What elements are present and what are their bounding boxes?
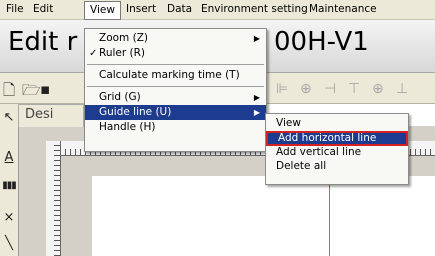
align-middle-icon[interactable]: ⊕ <box>372 81 384 97</box>
menu-data[interactable]: Data <box>162 0 197 19</box>
open-folder-icon[interactable]: 🗁 <box>22 80 41 105</box>
menu-item-grid[interactable]: Grid (G) ▶ <box>85 90 266 105</box>
submenu-arrow-icon: ▶ <box>253 93 260 102</box>
barcode-tool-icon[interactable]: ▮▮▮ <box>2 180 17 200</box>
menu-item-calculate-label: Calculate marking time (T) <box>99 69 240 81</box>
guide-line-submenu: View Add horizontal line Add vertical li… <box>265 113 409 185</box>
menu-separator <box>87 86 264 87</box>
text-tool-icon[interactable]: A <box>2 150 16 170</box>
menu-insert[interactable]: Insert <box>121 0 161 19</box>
align-left-icon[interactable]: ⊫ <box>276 81 288 97</box>
menu-item-handle[interactable]: Handle (H) <box>85 120 266 135</box>
align-center-icon[interactable]: ⊕ <box>300 81 312 97</box>
menu-view[interactable]: View <box>84 1 121 20</box>
line-tool-icon[interactable]: ╲ <box>2 236 16 256</box>
vertical-ruler <box>46 141 61 256</box>
menu-file[interactable]: File <box>1 0 29 19</box>
view-menu: Zoom (Z) ▶ ✓ Ruler (R) Calculate marking… <box>84 28 267 152</box>
submenu-item-add-vertical-line[interactable]: Add vertical line <box>266 146 408 159</box>
align-bottom-icon[interactable]: ⊥ <box>396 81 408 97</box>
save-icon[interactable]: ▪ <box>40 80 50 98</box>
window-title-right: 00H-V1 <box>274 27 369 57</box>
submenu-item-delete-all[interactable]: Delete all <box>266 159 408 174</box>
submenu-arrow-icon: ▶ <box>253 34 260 43</box>
menu-item-handle-label: Handle (H) <box>99 121 156 133</box>
menu-environment-setting[interactable]: Environment setting <box>196 0 313 19</box>
menu-maintenance[interactable]: Maintenance <box>304 0 382 19</box>
align-right-icon[interactable]: ⊣ <box>324 81 336 97</box>
menu-separator <box>87 64 264 65</box>
submenu-item-view[interactable]: View <box>266 116 408 131</box>
menu-item-calculate-marking-time[interactable]: Calculate marking time (T) <box>85 68 266 83</box>
menu-edit[interactable]: Edit <box>28 0 58 19</box>
menu-item-guide-line[interactable]: Guide line (U) ▶ <box>85 105 266 120</box>
checkmark-icon: ✓ <box>89 48 98 59</box>
align-top-icon[interactable]: ⊤ <box>348 81 360 97</box>
menu-item-zoom-label: Zoom (Z) <box>99 32 148 44</box>
menu-item-zoom[interactable]: Zoom (Z) ▶ <box>85 31 266 46</box>
menu-item-grid-label: Grid (G) <box>99 91 141 103</box>
pointer-tool-icon[interactable]: ↖ <box>2 110 16 130</box>
close-shape-tool-icon[interactable]: × <box>2 210 16 230</box>
menu-item-ruler[interactable]: ✓ Ruler (R) <box>85 46 266 61</box>
menu-item-ruler-label: Ruler (R) <box>99 47 145 59</box>
document-tab-label: Desi <box>25 107 54 122</box>
submenu-arrow-icon: ▶ <box>253 108 260 117</box>
submenu-item-add-horizontal-line[interactable]: Add horizontal line <box>266 131 408 146</box>
new-file-icon[interactable]: 🗋 <box>3 80 15 105</box>
window-title-left: Edit r <box>8 27 78 57</box>
design-page[interactable] <box>92 176 435 256</box>
menu-item-guide-line-label: Guide line (U) <box>99 106 172 118</box>
